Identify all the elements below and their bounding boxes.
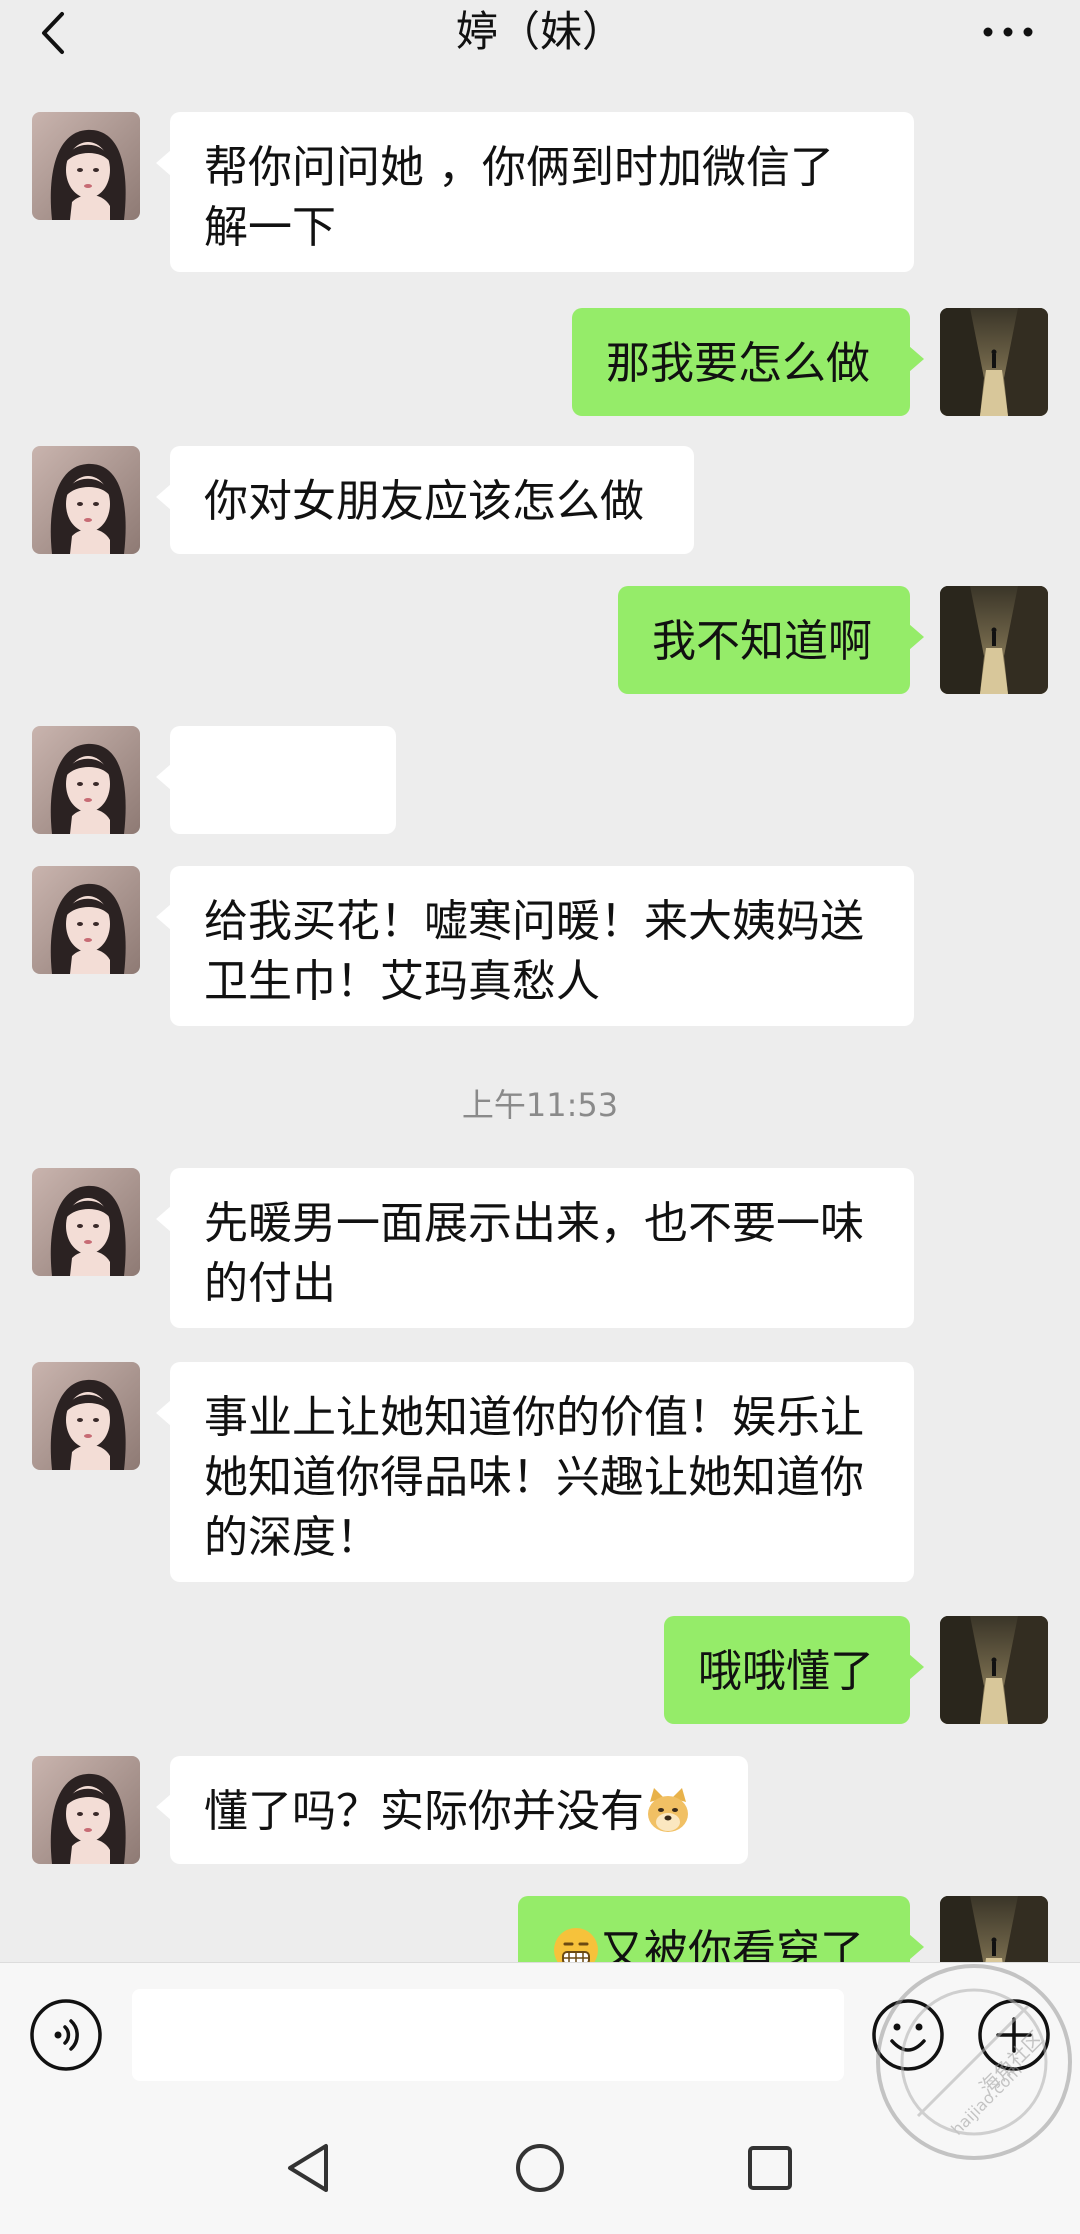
message-row: 哦哦懂了 — [0, 1616, 1080, 1724]
message-row: 先暖男一面展示出来，也不要一味 的付出 — [0, 1168, 1080, 1328]
message-bubble[interactable]: 懂了吗？实际你并没有 — [156, 1756, 748, 1864]
grin-emoji — [554, 1928, 598, 1962]
more-dots-icon[interactable] — [978, 10, 1038, 50]
message-text: 懂了吗？实际你并没有 — [204, 1786, 644, 1837]
contact-avatar[interactable] — [32, 1756, 140, 1864]
contact-avatar[interactable] — [32, 112, 140, 220]
message-bubble[interactable]: 哦哦懂了 — [664, 1616, 924, 1724]
message-bubble[interactable] — [156, 726, 396, 924]
message-bubble[interactable]: 你对女朋友应该怎么做 — [156, 446, 694, 554]
message-bubble[interactable]: 那我要怎么做 — [572, 308, 924, 416]
chat-title: 婷（妹） — [455, 7, 624, 56]
my-avatar[interactable] — [940, 1896, 1048, 1962]
message-row: 懂了吗？实际你并没有 — [0, 1756, 1080, 1864]
voice-icon[interactable] — [28, 1997, 104, 2073]
my-avatar[interactable] — [940, 586, 1048, 694]
message-bubble[interactable]: 先暖男一面展示出来，也不要一味 的付出 — [156, 1168, 914, 1328]
contact-avatar[interactable] — [32, 866, 140, 974]
message-bubble[interactable]: 事业上让她知道你的价值！娱乐让 她知道你得品味！兴趣让她知道你 的深度！ — [156, 1362, 914, 1582]
message-bubble[interactable]: 帮你问问她 ，你俩到时加微信了 解一下 — [156, 112, 914, 272]
message-row: 帮你问问她 ，你俩到时加微信了 解一下 — [0, 112, 1080, 272]
circle-home-icon[interactable] — [512, 2140, 568, 2196]
message-row: 又被你看穿了 — [0, 1896, 1080, 1962]
watermark-logo: 海角社区 haijiao.com — [876, 1964, 1072, 2160]
my-avatar[interactable] — [940, 1616, 1048, 1724]
message-row: 给我买花！嘘寒问暖！来大姨妈送 卫生巾！艾玛真愁人 — [0, 866, 1080, 1026]
message-row: 你对女朋友应该怎么做 — [0, 446, 1080, 554]
timestamp: 上午11:53 — [461, 1086, 619, 1124]
my-avatar[interactable] — [940, 308, 1048, 416]
triangle-back-icon[interactable] — [282, 2140, 338, 2196]
contact-avatar[interactable] — [32, 1362, 140, 1470]
message-list[interactable]: 帮你问问她 ，你俩到时加微信了 解一下 那我要怎么做 你对女朋友应该怎么做 我不… — [0, 72, 1080, 1962]
doge-emoji — [648, 1788, 688, 1832]
message-row — [0, 726, 1080, 924]
chat-header: 婷（妹） — [0, 0, 1080, 72]
message-bubble[interactable]: 又被你看穿了 — [518, 1896, 924, 1962]
message-row: 我不知道啊 — [0, 586, 1080, 694]
message-row: 事业上让她知道你的价值！娱乐让 她知道你得品味！兴趣让她知道你 的深度！ — [0, 1362, 1080, 1582]
message-input[interactable] — [132, 1989, 844, 2081]
message-bubble[interactable]: 给我买花！嘘寒问暖！来大姨妈送 卫生巾！艾玛真愁人 — [156, 866, 914, 1026]
message-bubble[interactable]: 我不知道啊 — [618, 586, 924, 694]
square-recent-icon[interactable] — [742, 2140, 798, 2196]
message-text: 又被你看穿了 — [600, 1926, 864, 1962]
contact-avatar[interactable] — [32, 446, 140, 554]
contact-avatar[interactable] — [32, 1168, 140, 1276]
contact-avatar[interactable] — [32, 726, 140, 834]
message-row: 那我要怎么做 — [0, 308, 1080, 416]
